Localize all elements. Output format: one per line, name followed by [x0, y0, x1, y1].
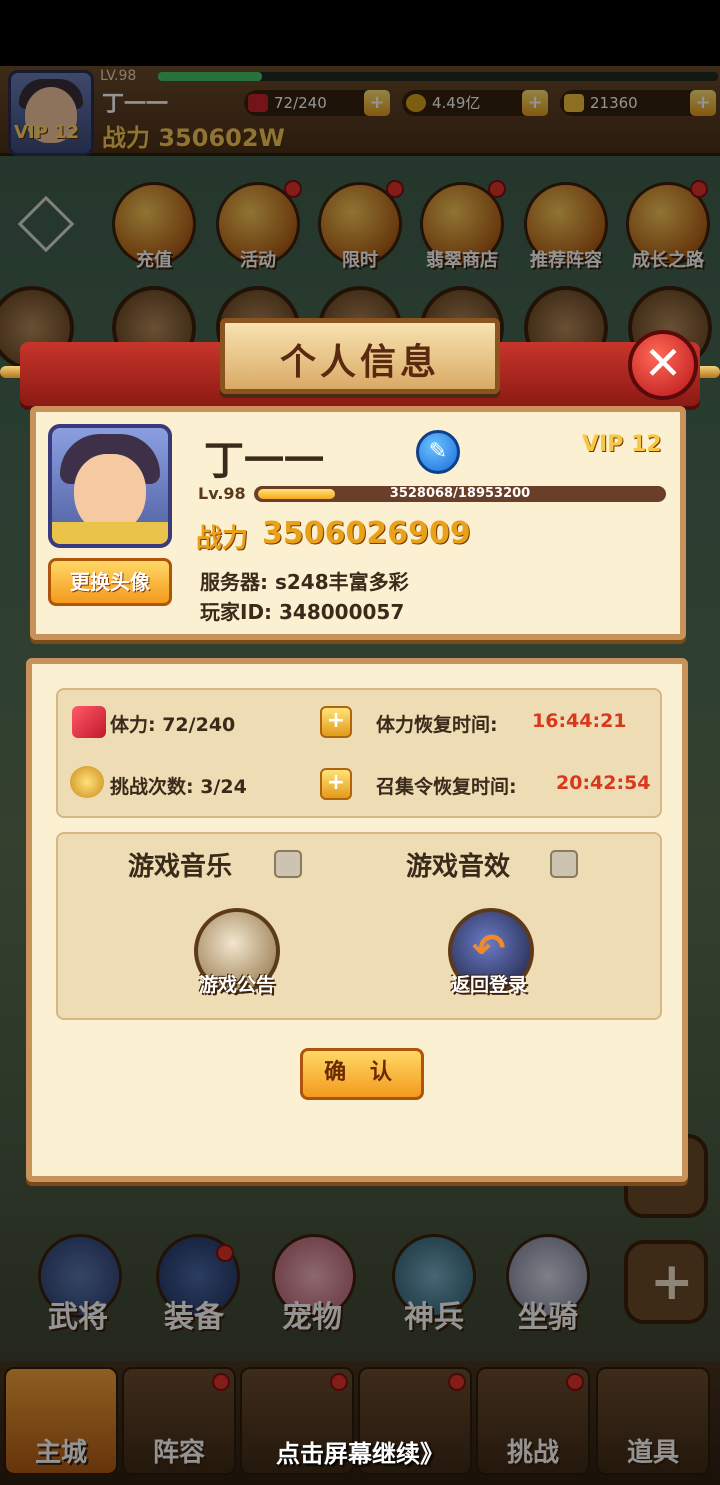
- sfx-label: 游戏音效: [406, 852, 511, 882]
- notice-label: 游戏公告: [198, 974, 275, 996]
- return-login-label: 返回登录: [450, 974, 527, 996]
- game-screen[interactable]: VIP 12 LV.98 丁一一 战力 350602W 72/240 + 4.4…: [0, 66, 720, 1485]
- stamina-recover-label: 体力恢复时间:: [376, 714, 498, 736]
- avatar-armor: [52, 522, 168, 544]
- music-label: 游戏音乐: [128, 852, 233, 882]
- tap-to-continue-hint: 点击屏幕继续》: [276, 1440, 444, 1468]
- challenge-token-icon: [70, 766, 104, 798]
- confirm-button[interactable]: 确 认: [300, 1048, 424, 1100]
- sfx-checkbox[interactable]: [550, 850, 578, 878]
- stamina-stat: 体力: 72/240: [110, 714, 236, 736]
- power-value: 3506026909: [262, 516, 471, 551]
- add-stamina-button[interactable]: +: [320, 706, 352, 738]
- vip-level: VIP 12: [582, 432, 662, 457]
- close-icon: ✕: [643, 336, 683, 390]
- level-label: Lv.98: [198, 484, 246, 503]
- exp-progress-text: 3528068/18953200: [389, 486, 531, 501]
- summon-recover-label: 召集令恢复时间:: [376, 776, 517, 798]
- power-label: 战力: [196, 524, 249, 554]
- profile-avatar: [48, 424, 172, 548]
- pencil-icon: ✎: [428, 439, 448, 464]
- add-challenge-button[interactable]: +: [320, 768, 352, 800]
- heart-icon: [72, 706, 106, 738]
- change-avatar-button[interactable]: 更换头像: [48, 558, 172, 606]
- player-name: 丁一一: [204, 438, 324, 484]
- player-id: 玩家ID: 348000057: [200, 600, 405, 624]
- title-plaque: 个人信息: [220, 318, 500, 394]
- summon-recover-time: 20:42:54: [556, 772, 651, 794]
- server-info: 服务器: s248丰富多彩: [200, 570, 409, 594]
- exp-progress-bar: 3528068/18953200: [254, 486, 666, 502]
- close-button[interactable]: ✕: [628, 330, 698, 400]
- music-checkbox[interactable]: [274, 850, 302, 878]
- status-bar: [0, 0, 720, 66]
- edit-name-button[interactable]: ✎: [416, 430, 460, 474]
- stamina-recover-time: 16:44:21: [532, 710, 627, 732]
- challenge-count: 挑战次数: 3/24: [110, 776, 247, 798]
- dialog-title: 个人信息: [279, 342, 440, 383]
